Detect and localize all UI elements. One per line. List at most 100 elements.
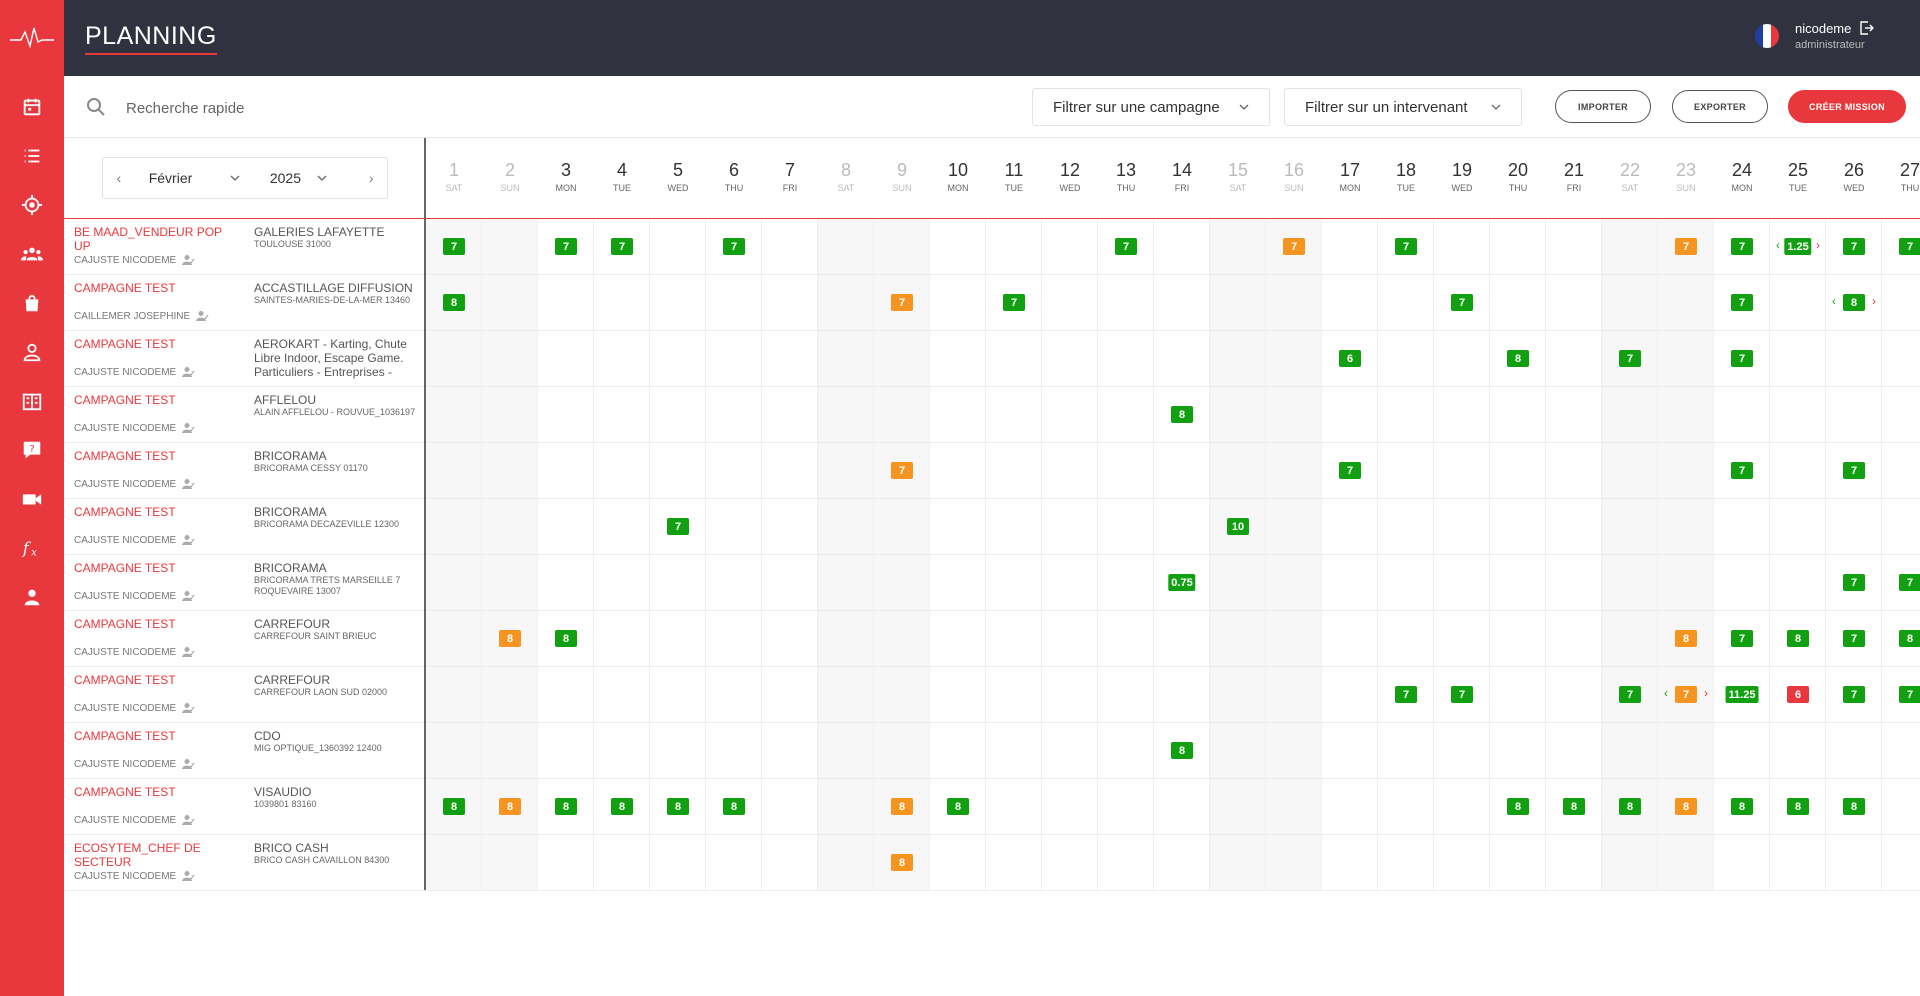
mission-badge[interactable]: 8 [1843, 294, 1865, 311]
assign-user-icon[interactable] [182, 422, 195, 434]
day-cell[interactable] [482, 555, 538, 610]
next-mission-arrow-icon[interactable]: › [1872, 294, 1876, 308]
mission-badge[interactable]: 7 [1283, 238, 1305, 255]
day-cell[interactable] [1322, 219, 1378, 274]
day-cell[interactable] [706, 723, 762, 778]
day-cell[interactable] [1658, 555, 1714, 610]
day-cell[interactable] [762, 443, 818, 498]
day-cell[interactable] [650, 667, 706, 722]
day-cell[interactable] [986, 331, 1042, 386]
day-cell[interactable] [1042, 555, 1098, 610]
day-cell[interactable] [762, 611, 818, 666]
day-cell[interactable] [1322, 723, 1378, 778]
day-cell[interactable] [1098, 723, 1154, 778]
logout-icon[interactable] [1859, 20, 1875, 36]
calendar-icon[interactable] [0, 82, 64, 131]
assign-user-icon[interactable] [182, 758, 195, 770]
day-cell[interactable] [1378, 723, 1434, 778]
mission-badge[interactable]: 7 [667, 518, 689, 535]
next-mission-arrow-icon[interactable]: › [1704, 686, 1708, 700]
day-cell[interactable] [1210, 275, 1266, 330]
day-cell[interactable] [930, 499, 986, 554]
mission-badge[interactable]: 8 [443, 294, 465, 311]
day-cell[interactable] [1098, 667, 1154, 722]
group-icon[interactable] [0, 229, 64, 278]
day-cell[interactable] [1658, 835, 1714, 890]
campaign-link[interactable]: BE MAAD_VENDEUR POP UP [74, 225, 224, 253]
mission-badge[interactable]: 8 [667, 798, 689, 815]
day-cell[interactable] [1266, 723, 1322, 778]
day-cell[interactable] [1098, 555, 1154, 610]
day-cell[interactable] [930, 555, 986, 610]
day-cell[interactable] [594, 835, 650, 890]
mission-badge[interactable]: 7 [1395, 686, 1417, 703]
day-cell[interactable] [1546, 331, 1602, 386]
day-cell[interactable] [1378, 275, 1434, 330]
intervenant-filter-select[interactable]: Filtrer sur un intervenant [1284, 88, 1522, 126]
day-cell[interactable] [1770, 443, 1826, 498]
campaign-link[interactable]: CAMPAGNE TEST [74, 561, 224, 575]
day-cell[interactable] [650, 275, 706, 330]
campaign-link[interactable]: CAMPAGNE TEST [74, 449, 224, 463]
day-cell[interactable] [1210, 723, 1266, 778]
day-cell[interactable] [650, 611, 706, 666]
day-cell[interactable] [1154, 219, 1210, 274]
mission-badge[interactable]: 8 [1619, 798, 1641, 815]
day-cell[interactable] [1714, 387, 1770, 442]
day-cell[interactable] [1490, 219, 1546, 274]
mission-badge[interactable]: 8 [499, 798, 521, 815]
user-solid-icon[interactable] [0, 572, 64, 621]
day-cell[interactable] [1266, 331, 1322, 386]
day-cell[interactable] [1826, 835, 1882, 890]
day-cell[interactable] [1882, 499, 1920, 554]
day-cell[interactable] [1266, 611, 1322, 666]
next-month-arrow-icon[interactable]: › [355, 170, 387, 186]
day-cell[interactable] [1098, 331, 1154, 386]
day-cell[interactable] [1602, 387, 1658, 442]
day-cell[interactable] [1546, 499, 1602, 554]
day-cell[interactable] [1882, 835, 1920, 890]
day-cell[interactable] [1770, 499, 1826, 554]
day-cell[interactable] [1658, 387, 1714, 442]
day-cell[interactable] [482, 443, 538, 498]
day-cell[interactable] [1434, 387, 1490, 442]
day-cell[interactable] [1322, 667, 1378, 722]
day-cell[interactable] [874, 667, 930, 722]
building-icon[interactable] [0, 376, 64, 425]
day-cell[interactable] [594, 443, 650, 498]
day-cell[interactable] [1770, 275, 1826, 330]
target-location-icon[interactable] [0, 180, 64, 229]
day-cell[interactable] [1602, 275, 1658, 330]
day-cell[interactable] [1490, 387, 1546, 442]
day-cell[interactable] [650, 219, 706, 274]
campaign-link[interactable]: CAMPAGNE TEST [74, 617, 224, 631]
day-cell[interactable] [1322, 835, 1378, 890]
mission-badge[interactable]: 7 [1339, 462, 1361, 479]
mission-badge[interactable]: 7 [1003, 294, 1025, 311]
day-cell[interactable] [1546, 555, 1602, 610]
mission-badge[interactable]: 7 [1451, 294, 1473, 311]
mission-badge[interactable]: 7 [443, 238, 465, 255]
search-input[interactable] [126, 96, 426, 120]
day-cell[interactable] [594, 611, 650, 666]
day-cell[interactable] [1434, 499, 1490, 554]
day-cell[interactable] [1266, 499, 1322, 554]
day-cell[interactable] [1210, 443, 1266, 498]
day-cell[interactable] [1210, 611, 1266, 666]
export-button[interactable]: EXPORTER [1672, 90, 1768, 123]
day-cell[interactable] [482, 667, 538, 722]
prev-mission-arrow-icon[interactable]: ‹ [1776, 238, 1780, 252]
day-cell[interactable] [930, 723, 986, 778]
mission-badge[interactable]: 8 [499, 630, 521, 647]
day-cell[interactable] [706, 611, 762, 666]
day-cell[interactable] [1658, 499, 1714, 554]
create-mission-button[interactable]: CRÉER MISSION [1788, 90, 1906, 123]
day-cell[interactable] [930, 667, 986, 722]
mission-badge[interactable]: 8 [443, 798, 465, 815]
campaign-link[interactable]: CAMPAGNE TEST [74, 505, 224, 519]
day-cell[interactable] [1714, 835, 1770, 890]
day-cell[interactable] [1210, 219, 1266, 274]
day-cell[interactable] [426, 835, 482, 890]
day-cell[interactable] [1154, 331, 1210, 386]
mission-badge[interactable]: 8 [1507, 350, 1529, 367]
